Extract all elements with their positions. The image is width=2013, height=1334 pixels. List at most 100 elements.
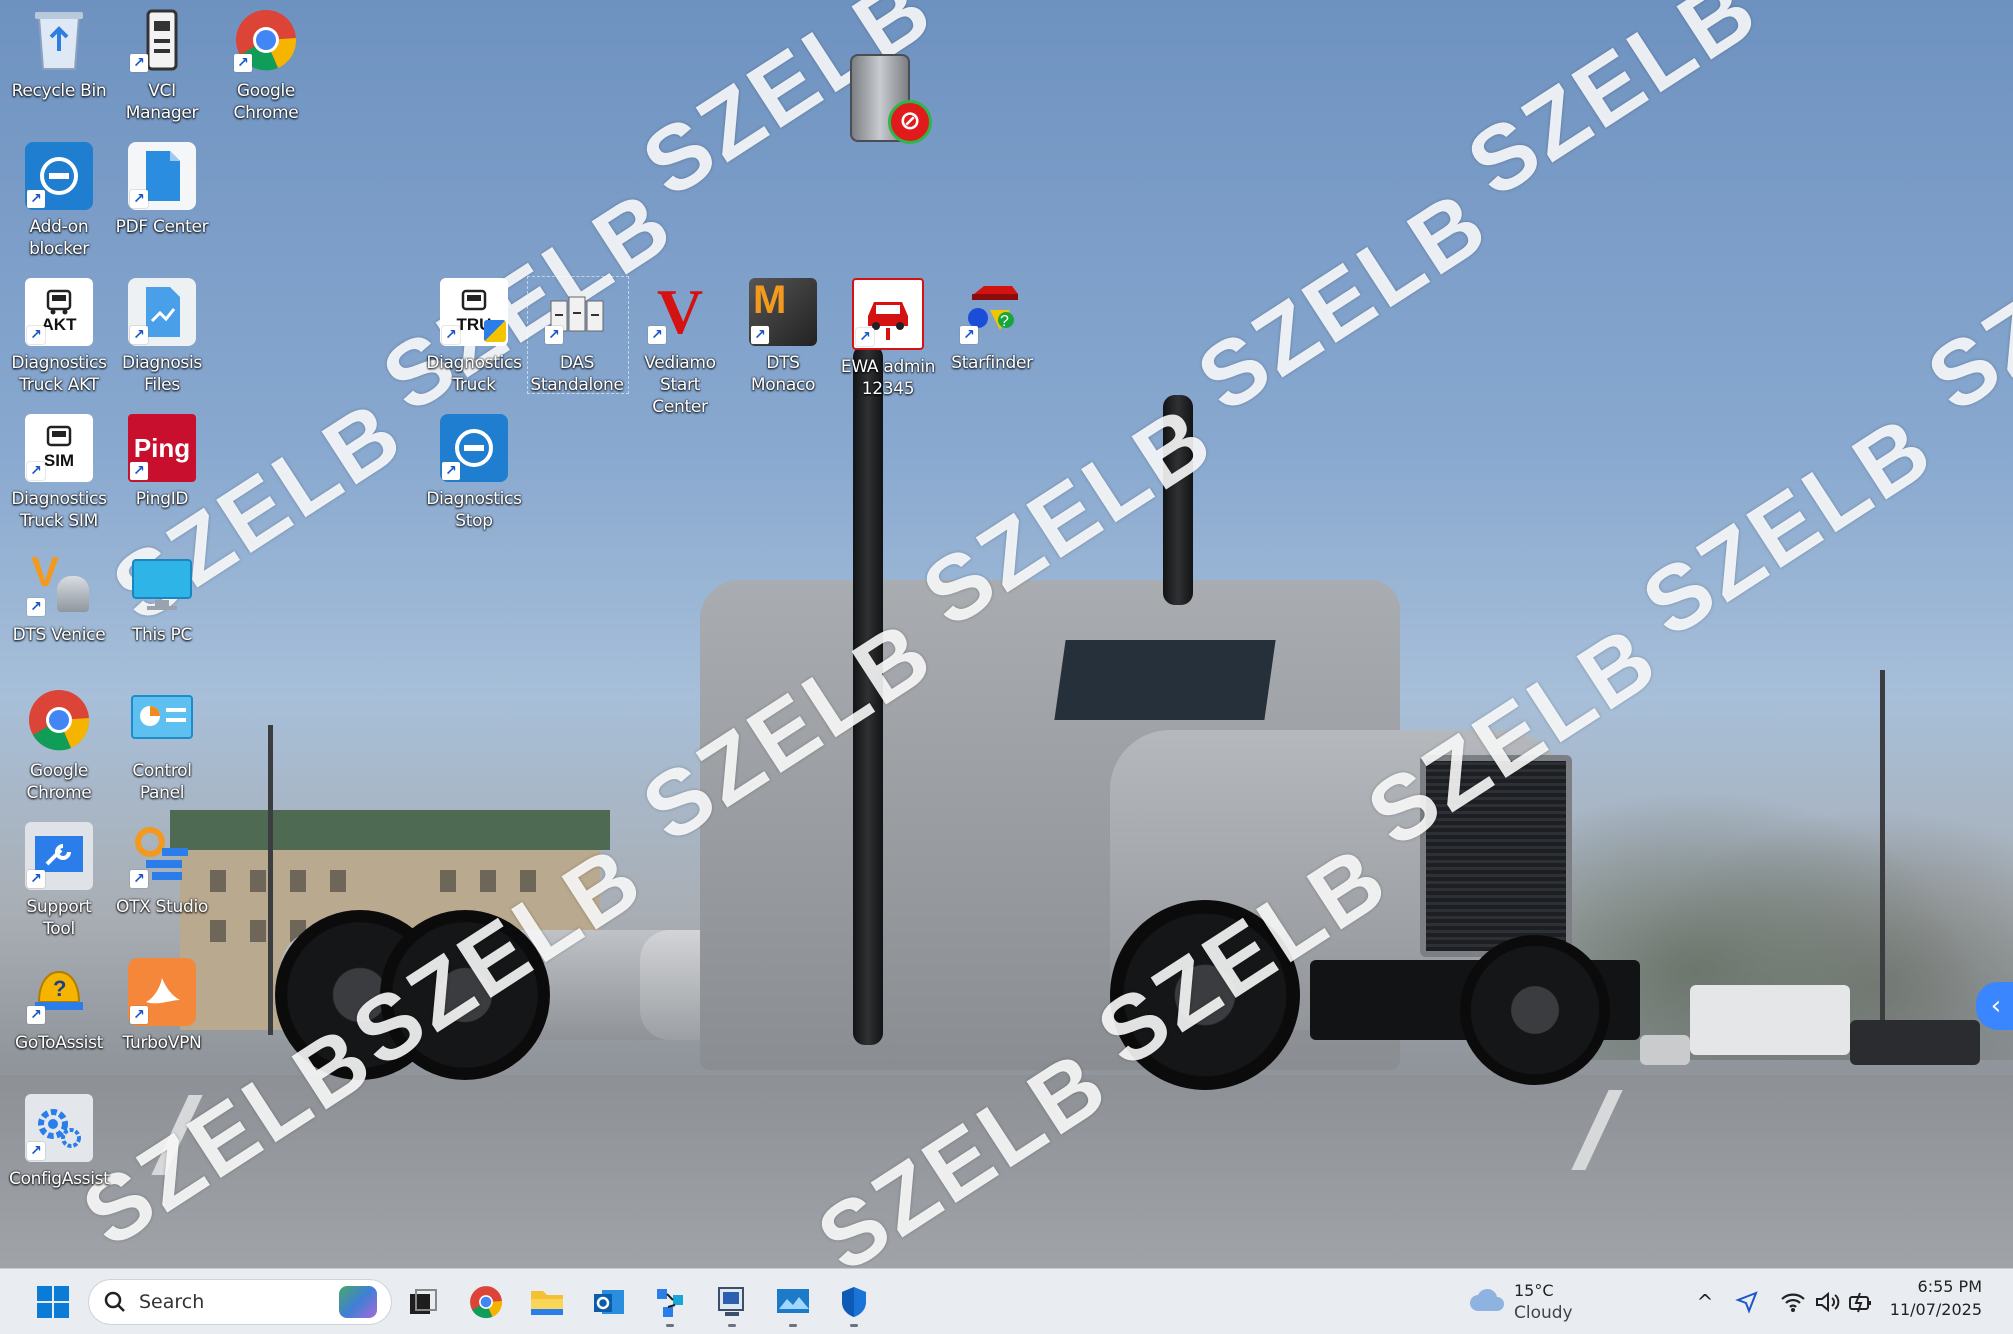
venice-icon: V ↗	[25, 548, 93, 618]
task-view-button[interactable]	[400, 1279, 446, 1325]
watermark: SZELB	[1910, 170, 2013, 432]
icon-label: Starfinder	[951, 353, 1033, 373]
desktop-icon-turbovpn[interactable]: ↗ TurboVPN	[112, 958, 212, 1054]
monaco-icon: M ↗	[749, 278, 817, 346]
clock-time: 6:55 PM	[1917, 1277, 1982, 1296]
taskbar-photos-app[interactable]	[770, 1279, 816, 1327]
monitor-app-icon	[718, 1287, 744, 1316]
location-button[interactable]	[1725, 1279, 1769, 1325]
task-view-icon	[410, 1289, 437, 1314]
vci-disconnected-icon[interactable]: ⊘	[846, 54, 932, 144]
desktop-icon-this-pc[interactable]: This PC	[112, 550, 212, 646]
start-icon	[37, 1286, 69, 1318]
taskbar-search[interactable]: Search	[88, 1279, 392, 1325]
desktop-icon-google-chrome[interactable]: Google Chrome	[9, 686, 109, 804]
taskbar-security[interactable]	[831, 1279, 877, 1327]
akt-icon: AKT ↗	[25, 278, 93, 346]
icon-label: TurboVPN	[122, 1033, 202, 1053]
icon-badge: AKT	[41, 315, 77, 334]
desktop-icon-gotoassist[interactable]: ? ↗ GoToAssist	[9, 958, 109, 1054]
icon-label: Standalone	[530, 375, 624, 395]
desktop-icon-starfinder[interactable]: ? ↗ Starfinder	[942, 278, 1042, 374]
desktop-icon-pdf-center[interactable]: ↗ PDF Center	[112, 142, 212, 238]
desktop-icon-vediamo-start-center[interactable]: V ↗ Vediamo Start Center	[630, 278, 730, 418]
taskbar-file-explorer[interactable]	[524, 1279, 570, 1325]
icon-label: Start Center	[652, 375, 708, 417]
sim-icon: SIM ↗	[25, 414, 93, 482]
desktop-icon-dts-venice[interactable]: V ↗ DTS Venice	[9, 548, 109, 646]
search-placeholder: Search	[139, 1291, 205, 1313]
desktop-icon-diagnostics-truck-akt[interactable]: AKT ↗ Diagnostics Truck AKT	[9, 278, 109, 396]
desktop[interactable]: SZELB SZELB SZELB SZELB SZELB SZELB SZEL…	[0, 0, 2013, 1268]
desktop-icon-control-panel[interactable]: Control Panel	[112, 686, 212, 804]
gotoassist-icon: ? ↗	[25, 958, 93, 1026]
configassist-icon: ↗	[25, 1094, 93, 1162]
icon-badge: M	[753, 278, 787, 322]
outlook-icon	[594, 1290, 624, 1314]
pdf-icon: ↗	[128, 142, 196, 210]
taskbar-outlook[interactable]	[586, 1279, 632, 1325]
icon-label: Chrome	[233, 103, 299, 123]
icon-label: PingID	[135, 489, 189, 509]
side-panel-toggle[interactable]: ‹	[1976, 982, 2013, 1030]
pingid-icon: Ping ↗	[128, 414, 196, 482]
desktop-icon-otx-studio[interactable]: ↗ OTX Studio	[112, 822, 212, 918]
taskbar-chrome[interactable]	[463, 1279, 509, 1325]
das-icon: ↗	[543, 278, 611, 346]
files-icon: ↗	[128, 278, 196, 346]
security-shield-icon	[842, 1287, 866, 1317]
desktop-icon-das-standalone[interactable]: ↗ DAS Standalone	[527, 278, 627, 396]
clock-date: 11/07/2025	[1889, 1300, 1982, 1319]
icon-badge: Ping	[133, 432, 191, 463]
desktop-icon-configassist[interactable]: ↗ ConfigAssist	[9, 1094, 110, 1190]
search-icon	[104, 1291, 125, 1312]
control-panel-icon	[128, 686, 196, 754]
weather-widget[interactable]: 15°C Cloudy	[1466, 1277, 1596, 1327]
icon-label: Vediamo	[644, 353, 716, 373]
desktop-icon-diagnosis-files[interactable]: ↗ Diagnosis Files	[112, 278, 212, 396]
desktop-icon-support-tool[interactable]: ↗ Support Tool	[9, 822, 109, 940]
icon-label: GoToAssist	[14, 1033, 104, 1053]
desktop-icon-diagnostics-truck[interactable]: TRU ↗ Diagnostics Truck	[424, 278, 524, 396]
cloud-icon	[1470, 1288, 1504, 1311]
icon-label: Support Tool	[26, 897, 92, 939]
icon-label: Diagnostics	[426, 353, 522, 373]
desktop-icon-google-chrome-top[interactable]: ↗ Google Chrome	[216, 6, 316, 124]
show-hidden-icons-button[interactable]: ^	[1683, 1279, 1727, 1325]
this-pc-icon	[128, 550, 196, 618]
desktop-icon-recycle-bin[interactable]: Recycle Bin	[9, 6, 109, 102]
icon-label: DAS	[559, 353, 595, 373]
taskbar-monitor-app[interactable]	[709, 1279, 755, 1327]
desktop-icon-diagnostics-stop[interactable]: ↗ Diagnostics Stop	[424, 414, 524, 532]
taskbar: Search 15°C Cloudy ^ 6:55 PM 11/07/2025	[0, 1268, 2013, 1334]
location-arrow-icon	[1735, 1291, 1758, 1314]
support-tool-icon: ↗	[25, 822, 93, 890]
desktop-icon-diagnostics-truck-sim[interactable]: SIM ↗ Diagnostics Truck SIM	[9, 414, 109, 532]
photos-app-icon	[777, 1289, 809, 1313]
icon-label: Diagnosis	[122, 353, 202, 373]
chrome-icon	[25, 686, 93, 754]
icon-badge: SIM	[43, 451, 75, 470]
battery-charging-icon	[1849, 1292, 1871, 1313]
desktop-icon-vci-manager[interactable]: ↗ VCI Manager	[112, 6, 212, 124]
start-button[interactable]	[30, 1279, 76, 1325]
desktop-icon-add-on-blocker[interactable]: ↗ Add-on blocker	[9, 142, 109, 260]
icon-label: Google	[29, 761, 89, 781]
chrome-icon	[470, 1286, 502, 1319]
blocker-icon: ↗	[25, 142, 93, 210]
icon-label: Chrome	[26, 783, 92, 803]
chevron-up-icon: ^	[1696, 1290, 1714, 1314]
taskbar-network-app[interactable]	[647, 1279, 693, 1327]
battery-button[interactable]	[1839, 1279, 1883, 1325]
desktop-icon-ewa-admin[interactable]: ↗ EWA admin 12345	[838, 278, 938, 400]
icon-label: This PC	[131, 625, 193, 645]
truck-diag-icon: TRU ↗	[440, 278, 508, 346]
icon-label: ConfigAssist	[9, 1169, 110, 1189]
desktop-icon-dts-monaco[interactable]: M ↗ DTS Monaco	[733, 278, 833, 396]
file-explorer-icon	[531, 1291, 563, 1315]
clock[interactable]: 6:55 PM 11/07/2025	[1880, 1275, 2008, 1327]
otx-icon: ↗	[128, 822, 196, 890]
icon-label: Control Panel	[132, 761, 192, 803]
desktop-icon-pingid[interactable]: Ping ↗ PingID	[112, 414, 212, 510]
svg-text:?: ?	[53, 976, 66, 1001]
